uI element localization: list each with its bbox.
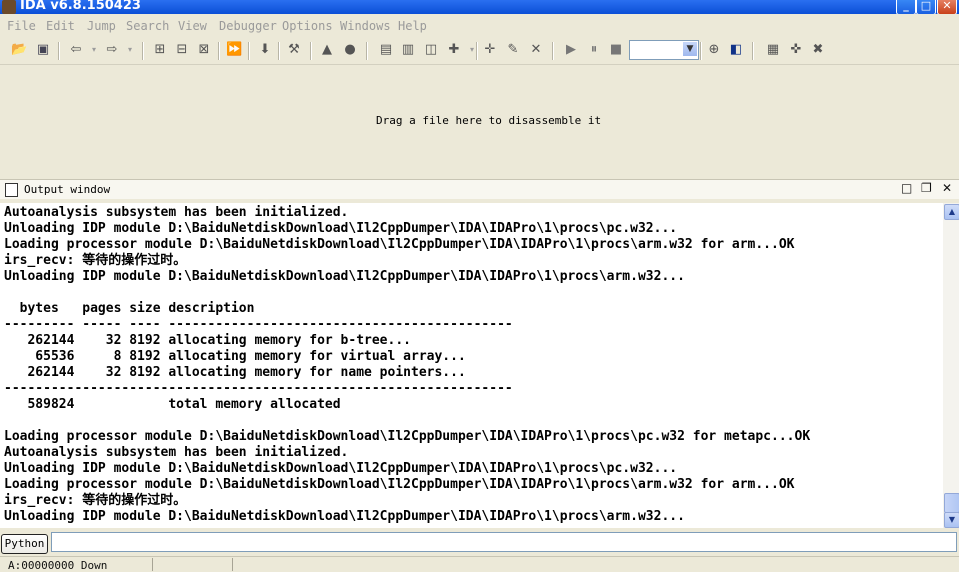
- open-folder-icon[interactable]: 📂: [11, 42, 27, 58]
- close-button[interactable]: ✕: [937, 0, 957, 14]
- menu-search[interactable]: Search: [126, 19, 169, 33]
- python-command-input[interactable]: [51, 532, 957, 552]
- log-line: irs_recv: 等待的操作过时。: [4, 253, 187, 268]
- menu-file[interactable]: File: [7, 19, 36, 33]
- image-icon[interactable]: ▲: [319, 42, 335, 58]
- title-bar: IDA v6.8.150423 _ □ ✕: [0, 0, 959, 14]
- menu-debugger[interactable]: Debugger: [219, 19, 277, 33]
- code-icon[interactable]: ▤: [378, 42, 394, 58]
- scroll-thumb[interactable]: [944, 493, 959, 513]
- drop-hint: Drag a file here to disassemble it: [376, 114, 602, 127]
- menu-bar: File Edit Jump Search View Debugger Opti…: [0, 17, 959, 36]
- toolbar-separator: [218, 42, 220, 60]
- log-line: 589824 total memory allocated: [4, 397, 341, 412]
- download-icon[interactable]: ⬇: [257, 42, 273, 58]
- toolbar-separator: [142, 42, 144, 60]
- data-icon[interactable]: ▥: [400, 42, 416, 58]
- delete-breakpoint-icon[interactable]: ✖: [810, 42, 826, 58]
- log-line: Loading processor module D:\BaiduNetdisk…: [4, 429, 811, 444]
- status-text: A:00000000 Down: [8, 559, 108, 572]
- pause-icon[interactable]: ⏸: [586, 42, 602, 58]
- log-line: irs_recv: 等待的操作过时。: [4, 493, 187, 508]
- back-arrow-icon[interactable]: ⇦: [68, 42, 84, 58]
- toolbar-separator: [752, 42, 754, 60]
- output-scrollbar[interactable]: ▲ ▼: [943, 203, 959, 528]
- maximize-button[interactable]: □: [916, 0, 936, 14]
- menu-jump[interactable]: Jump: [87, 19, 116, 33]
- log-line: bytes pages size description: [4, 301, 255, 316]
- chevron-down-icon[interactable]: ▼: [683, 42, 697, 56]
- menu-options[interactable]: Options: [282, 19, 333, 33]
- output-window-title: Output window: [24, 183, 111, 196]
- log-line: Loading processor module D:\BaiduNetdisk…: [4, 477, 795, 492]
- log-line: Unloading IDP module D:\BaiduNetdiskDown…: [4, 221, 678, 236]
- attach-process-icon[interactable]: ⊕: [706, 42, 722, 58]
- toolbar-separator: [58, 42, 60, 60]
- status-separator: [232, 558, 233, 571]
- add-breakpoint-icon[interactable]: ✜: [788, 42, 804, 58]
- circle-icon[interactable]: ●: [342, 42, 358, 58]
- log-line: 65536 8 8192 allocating memory for virtu…: [4, 349, 466, 364]
- jump-icon[interactable]: ⏩: [226, 42, 242, 58]
- run-process-icon[interactable]: ◧: [728, 42, 744, 58]
- forward-arrow-icon[interactable]: ⇨: [104, 42, 120, 58]
- log-line: 262144 32 8192 allocating memory for nam…: [4, 365, 466, 380]
- log-line: Unloading IDP module D:\BaiduNetdiskDown…: [4, 461, 678, 476]
- log-line: ----------------------------------------…: [4, 381, 513, 396]
- breakpoint-list-icon[interactable]: ▦: [765, 42, 781, 58]
- scroll-up-icon[interactable]: ▲: [944, 204, 959, 220]
- toolbar-separator: [278, 42, 280, 60]
- search-immediate-icon[interactable]: ⊠: [196, 42, 212, 58]
- window-title: IDA v6.8.150423: [20, 0, 141, 13]
- menu-view[interactable]: View: [178, 19, 207, 33]
- run-icon[interactable]: ▶: [563, 42, 579, 58]
- log-line: 262144 32 8192 allocating memory for b-t…: [4, 333, 411, 348]
- save-icon[interactable]: ▣: [35, 42, 51, 58]
- back-dropdown-icon[interactable]: ▾: [86, 42, 102, 58]
- log-line: --------- ----- ---- -------------------…: [4, 317, 513, 332]
- output-log[interactable]: Autoanalysis subsystem has been initiali…: [0, 203, 943, 528]
- log-line: Unloading IDP module D:\BaiduNetdiskDown…: [4, 509, 685, 524]
- output-window-header: Output window □ ❐ ✕: [0, 179, 959, 199]
- status-bar: A:00000000 Down: [0, 556, 959, 572]
- forward-dropdown-icon[interactable]: ▾: [122, 42, 138, 58]
- ida-app-icon: [2, 0, 16, 14]
- menu-edit[interactable]: Edit: [46, 19, 75, 33]
- output-close-icon[interactable]: ✕: [942, 181, 952, 195]
- toolbar-separator: [552, 42, 554, 60]
- output-maximize-icon[interactable]: □: [901, 181, 912, 195]
- menu-help[interactable]: Help: [398, 19, 427, 33]
- status-separator: [152, 558, 153, 571]
- toolbar: 📂 ▣ ⇦ ▾ ⇨ ▾ ⊞ ⊟ ⊠ ⏩ ⬇ ⚒ ▲ ● ▤ ▥ ◫ ✚ ▾ ✛ …: [0, 36, 959, 65]
- command-bar: Python: [0, 529, 959, 555]
- search-binary-icon[interactable]: ⊟: [174, 42, 190, 58]
- toolbar-separator: [700, 42, 702, 60]
- python-button[interactable]: Python: [1, 534, 48, 554]
- output-window-icon: [5, 183, 18, 197]
- toolbar-separator: [476, 42, 478, 60]
- minimize-button[interactable]: _: [896, 0, 916, 14]
- search-text-icon[interactable]: ⊞: [152, 42, 168, 58]
- menu-windows[interactable]: Windows: [340, 19, 391, 33]
- toolbar-separator: [310, 42, 312, 60]
- delete-icon[interactable]: ✕: [528, 42, 544, 58]
- debugger-select[interactable]: ▼: [629, 40, 699, 60]
- log-line: Autoanalysis subsystem has been initiali…: [4, 205, 349, 220]
- stop-icon[interactable]: ■: [608, 42, 624, 58]
- edit-icon[interactable]: ✎: [505, 42, 521, 58]
- unknown-tool-icon[interactable]: ⚒: [286, 42, 302, 58]
- log-line: Autoanalysis subsystem has been initiali…: [4, 445, 349, 460]
- toolbar-separator: [366, 42, 368, 60]
- output-restore-icon[interactable]: ❐: [921, 181, 932, 195]
- toolbar-separator: [248, 42, 250, 60]
- plus-icon[interactable]: ✛: [482, 42, 498, 58]
- log-line: Loading processor module D:\BaiduNetdisk…: [4, 237, 795, 252]
- add-icon[interactable]: ✚: [446, 42, 462, 58]
- log-line: Unloading IDP module D:\BaiduNetdiskDown…: [4, 269, 685, 284]
- scroll-down-icon[interactable]: ▼: [944, 512, 959, 528]
- string-icon[interactable]: ◫: [423, 42, 439, 58]
